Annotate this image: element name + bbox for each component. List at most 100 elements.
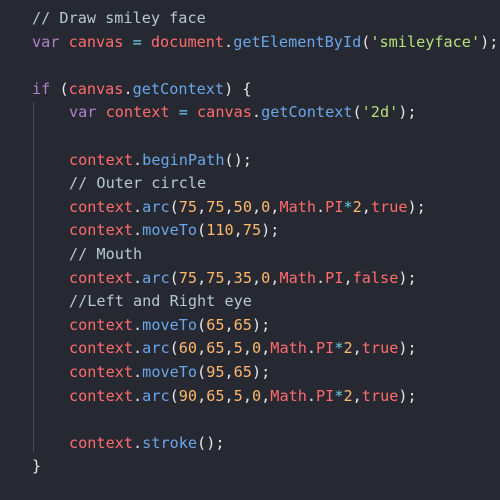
code-token-bool: true [370, 197, 408, 216]
code-line[interactable]: // Outer circle [69, 171, 206, 195]
code-token-op: * [343, 197, 353, 216]
code-token-number: 90 [178, 386, 198, 405]
code-token-dot: . [133, 221, 143, 240]
code-token-punct: , [224, 386, 234, 405]
code-token-number: 65 [206, 315, 225, 334]
code-token-punct: ( [169, 197, 179, 216]
code-token-punct: , [261, 386, 271, 405]
code-token-dot: . [133, 315, 143, 334]
code-token-punct: , [224, 339, 234, 358]
code-token-func: getContext [132, 79, 225, 98]
code-token-punct: (); [197, 433, 225, 452]
code-token-number: 95 [206, 363, 225, 381]
code-line[interactable]: context.stroke(); [69, 431, 224, 455]
code-token-punct: , [251, 268, 262, 287]
code-token-ident: PI [325, 268, 344, 287]
code-token-punct: ); [398, 268, 417, 287]
code-token-func: moveTo [142, 315, 198, 334]
code-token-number: 60 [178, 339, 198, 358]
code-token-func: moveTo [142, 363, 198, 381]
code-token-dot: . [306, 386, 317, 405]
code-line[interactable]: context.moveTo(110,75); [69, 218, 279, 242]
code-token-punct: ); [261, 221, 280, 240]
code-token-punct: ); [398, 386, 417, 405]
code-token-ident: context [69, 197, 134, 216]
code-line[interactable]: context.arc(60,65,5,0,Math.PI*2,true); [69, 336, 417, 360]
code-token-number: 65 [233, 363, 252, 381]
code-token-punct: ( [197, 315, 207, 334]
code-token-number: 5 [233, 386, 243, 405]
code-token-func: moveTo [142, 221, 198, 240]
code-token-number: 75 [178, 197, 198, 216]
code-token-number: 75 [206, 197, 225, 216]
code-token-punct: ( [169, 268, 179, 287]
code-token-keyword: var [32, 32, 69, 51]
code-token-punct: , [197, 386, 207, 405]
code-token-number: 2 [352, 197, 362, 216]
code-token-comment: // Draw smiley face [32, 9, 206, 27]
code-token-dot: . [133, 150, 143, 169]
code-token-number: 2 [343, 386, 353, 405]
code-token-keyword: if [32, 79, 60, 98]
code-token-ident: Math [270, 386, 307, 405]
code-token-ident: context [69, 433, 134, 452]
code-token-dot: . [133, 433, 143, 452]
code-token-ident: context [69, 339, 134, 358]
code-token-punct: ); [480, 32, 499, 51]
code-token-number: 35 [233, 268, 252, 287]
code-token-punct: , [352, 339, 362, 358]
code-line[interactable]: // Mouth [69, 242, 142, 266]
code-token-punct: ( [197, 221, 207, 240]
code-token-punct: , [242, 339, 252, 358]
code-token-ident: context [69, 315, 134, 334]
code-token-dot: . [133, 386, 143, 405]
code-token-op: = [169, 103, 198, 122]
code-token-number: 110 [206, 221, 234, 240]
code-token-string: 'smileyface' [370, 32, 481, 51]
code-line[interactable]: context.moveTo(65,65); [69, 313, 270, 337]
code-line[interactable]: if (canvas.getContext) { [32, 77, 252, 101]
code-token-number: 75 [242, 221, 262, 240]
code-token-punct: ); [407, 197, 426, 216]
code-token-number: 65 [206, 339, 225, 358]
code-token-number: 0 [261, 197, 271, 216]
code-line[interactable]: context.arc(75,75,35,0,Math.PI,false); [69, 266, 417, 290]
code-token-ident: context [69, 221, 134, 240]
code-token-number: 5 [233, 339, 243, 358]
code-token-punct: , [224, 197, 234, 216]
code-token-dot: . [133, 363, 143, 381]
code-token-punct: ( [352, 103, 362, 122]
code-line[interactable]: //Left and Right eye [69, 289, 252, 313]
code-token-punct: , [242, 386, 252, 405]
code-token-punct: ( [169, 339, 179, 358]
code-token-number: 0 [261, 268, 271, 287]
code-token-bool: true [361, 386, 399, 405]
code-line[interactable]: } [32, 454, 41, 478]
code-token-func: getElementById [233, 32, 362, 51]
code-token-ident: context [69, 386, 134, 405]
code-token-punct: , [233, 221, 243, 240]
code-token-punct: (); [224, 150, 252, 169]
code-line[interactable]: context.arc(90,65,5,0,Math.PI*2,true); [69, 384, 417, 408]
code-token-ident: context [69, 268, 134, 287]
code-token-ident: PI [325, 197, 344, 216]
code-line[interactable]: context.moveTo(95,65); [69, 360, 270, 384]
code-token-punct: , [197, 268, 207, 287]
code-token-dot: . [133, 268, 143, 287]
code-token-punct: , [197, 339, 207, 358]
code-token-punct: ( [197, 363, 207, 381]
code-line[interactable]: // Draw smiley face [32, 6, 206, 30]
code-token-punct: , [352, 386, 362, 405]
code-token-dot: . [123, 79, 133, 98]
code-token-punct: ( [361, 32, 371, 51]
code-line[interactable]: context.arc(75,75,50,0,Math.PI*2,true); [69, 195, 426, 219]
code-line[interactable]: var canvas = document.getElementById('sm… [32, 30, 498, 54]
code-token-ident: canvas [197, 103, 252, 122]
code-token-func: beginPath [142, 150, 225, 169]
code-line[interactable]: context.beginPath(); [69, 148, 252, 172]
code-editor[interactable]: // Draw smiley face var canvas = document… [0, 0, 500, 500]
code-token-number: 75 [178, 268, 198, 287]
code-token-bool: false [352, 268, 399, 287]
code-line[interactable]: var context = canvas.getContext('2d'); [69, 100, 417, 124]
code-token-ident: Math [279, 197, 317, 216]
